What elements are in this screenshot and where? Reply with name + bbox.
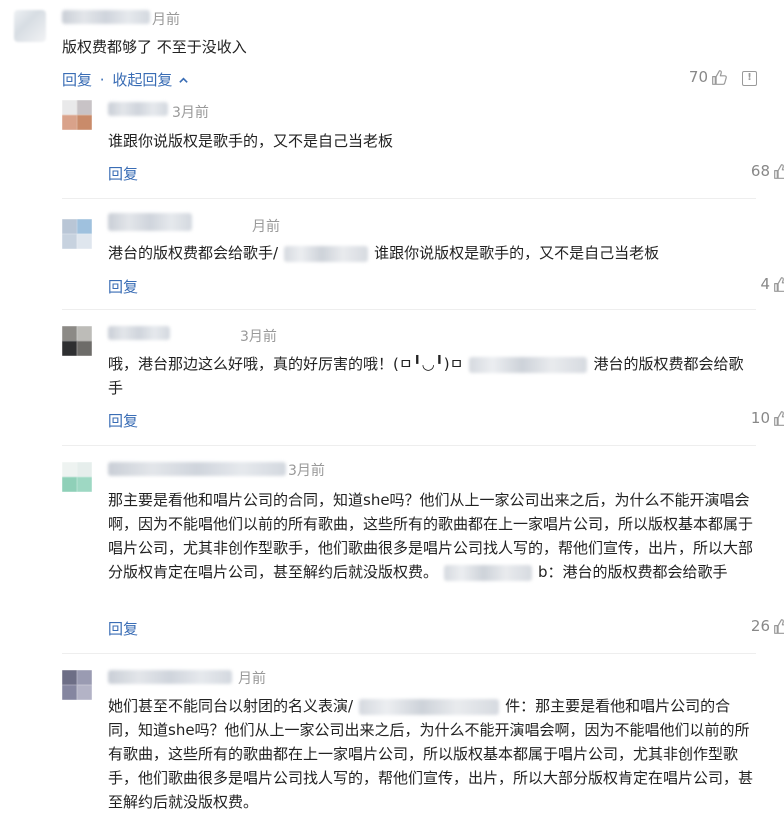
- reply-text: 那主要是看他和唱片公司的合同，知道she吗？他们从上一家公司出来之后，为什么不能…: [108, 488, 756, 584]
- like-count: 68: [750, 162, 770, 180]
- reply-button[interactable]: 回复: [108, 410, 138, 431]
- reply-text: 她们甚至不能同台以射团的名义表演/件：那主要是看他和唱片公司的合同，知道she吗…: [108, 694, 756, 813]
- username-redacted[interactable]: [108, 670, 232, 684]
- separator: ·: [99, 71, 105, 89]
- main-comment: 月前 版权费都够了 不至于没收入 回复 · 收起回复 70 !: [0, 0, 784, 98]
- reply-button[interactable]: 回复: [108, 163, 138, 184]
- reply-time: 月前: [252, 219, 280, 235]
- reply-button[interactable]: 回复: [62, 71, 92, 89]
- avatar[interactable]: [62, 219, 92, 249]
- reply-text: 谁跟你说版权是歌手的，又不是自己当老板: [108, 132, 394, 150]
- like-count: 70: [688, 68, 708, 86]
- reply-time: 3月前: [288, 463, 325, 479]
- reply-item: 3月前 谁跟你说版权是歌手的，又不是自己当老板 回复 68: [62, 94, 784, 198]
- collapse-replies-label: 收起回复: [112, 71, 173, 89]
- collapse-replies-button[interactable]: 收起回复: [112, 71, 189, 89]
- mention-redacted[interactable]: [359, 698, 500, 715]
- username-redacted[interactable]: [62, 10, 150, 24]
- like-button[interactable]: 70: [689, 68, 728, 86]
- chevron-up-icon: [179, 77, 188, 83]
- like-button[interactable]: 68: [751, 162, 784, 180]
- reply-text: 哦，港台那边这么好哦，真的好厉害的哦！(ㅁ╹◡╹)ㅁ 港台的版权费都会给歌手: [108, 352, 756, 400]
- thumbs-up-icon: [774, 276, 784, 292]
- avatar[interactable]: [62, 326, 92, 356]
- thumbs-up-icon: [774, 410, 784, 426]
- comment-time: 月前: [152, 12, 180, 28]
- reply-time: 月前: [238, 671, 266, 687]
- reply-time: 3月前: [240, 329, 277, 345]
- avatar[interactable]: [62, 100, 92, 130]
- thumbs-up-icon: [774, 163, 784, 179]
- comment-actions: 回复 · 收起回复: [62, 69, 189, 90]
- like-count: 4: [760, 275, 770, 293]
- avatar[interactable]: [62, 670, 92, 700]
- reply-text-before: 港台的版权费都会给歌手/: [108, 244, 279, 262]
- username-redacted[interactable]: [108, 326, 170, 340]
- like-button[interactable]: 10: [751, 409, 784, 427]
- username-redacted[interactable]: [108, 213, 192, 231]
- mention-redacted[interactable]: [284, 245, 369, 262]
- like-count: 10: [750, 409, 770, 427]
- reply-button[interactable]: 回复: [108, 618, 138, 639]
- mention-redacted[interactable]: [444, 564, 533, 581]
- username-redacted[interactable]: [108, 102, 168, 116]
- reply-text-before: 她们甚至不能同台以射团的名义表演/: [108, 697, 354, 715]
- reply-item: 月前 她们甚至不能同台以射团的名义表演/件：那主要是看他和唱片公司的合同，知道s…: [62, 653, 756, 813]
- reply-time: 3月前: [172, 105, 209, 121]
- avatar[interactable]: [14, 10, 46, 42]
- reply-item: 3月前 那主要是看他和唱片公司的合同，知道she吗？他们从上一家公司出来之后，为…: [62, 445, 784, 653]
- reply-item: 3月前 哦，港台那边这么好哦，真的好厉害的哦！(ㅁ╹◡╹)ㅁ 港台的版权费都会给歌…: [62, 309, 784, 445]
- avatar[interactable]: [62, 462, 92, 492]
- reply-text-before: 哦，港台那边这么好哦，真的好厉害的哦！(ㅁ╹◡╹)ㅁ: [108, 355, 464, 373]
- reply-text-after: b：港台的版权费都会给歌手: [538, 563, 728, 581]
- reply-item: 月前 港台的版权费都会给歌手/谁跟你说版权是歌手的，又不是自己当老板 回复 4: [62, 198, 784, 309]
- username-redacted[interactable]: [108, 462, 286, 476]
- reply-button[interactable]: 回复: [108, 276, 138, 297]
- reply-text-after: 谁跟你说版权是歌手的，又不是自己当老板: [374, 244, 660, 262]
- thumbs-up-icon: [774, 618, 784, 634]
- like-count: 26: [750, 617, 770, 635]
- report-icon[interactable]: !: [742, 71, 757, 86]
- like-button[interactable]: 4: [760, 275, 784, 293]
- reply-text: 港台的版权费都会给歌手/谁跟你说版权是歌手的，又不是自己当老板: [108, 241, 756, 265]
- comment-text: 版权费都够了 不至于没收入: [62, 38, 247, 56]
- like-button[interactable]: 26: [751, 617, 784, 635]
- mention-redacted[interactable]: [469, 356, 588, 373]
- thumbs-up-icon: [712, 69, 727, 85]
